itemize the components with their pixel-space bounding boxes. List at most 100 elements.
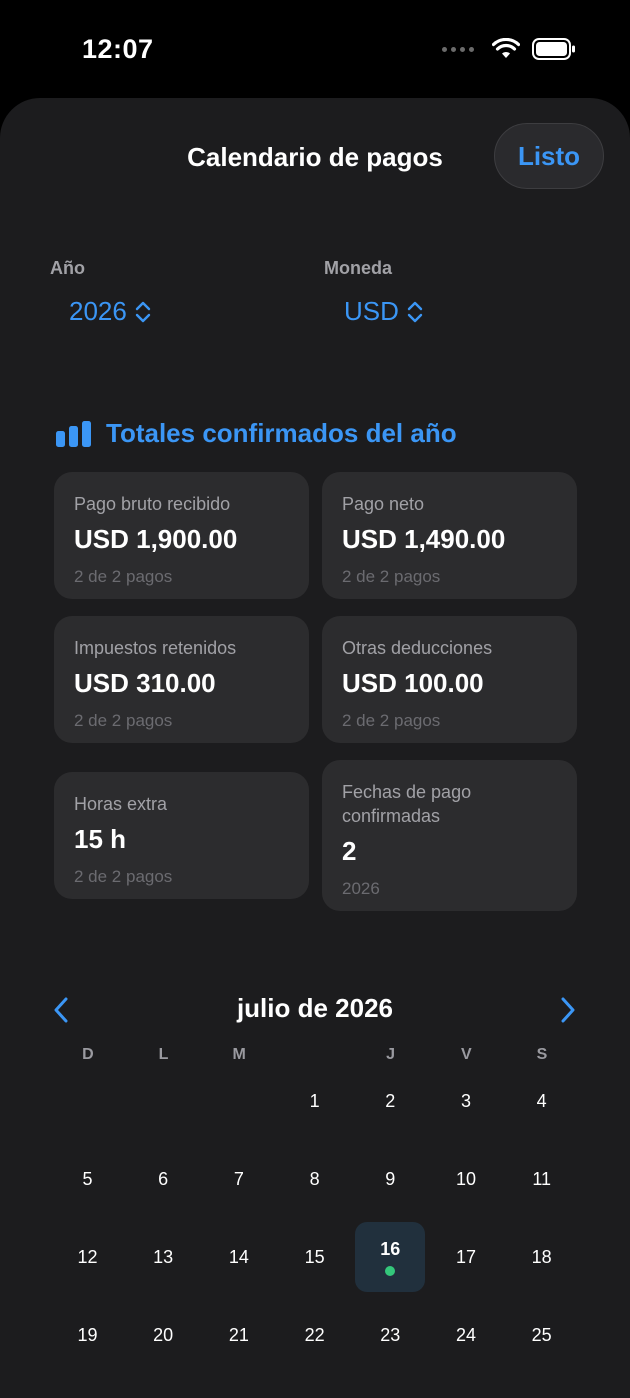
- weekday-label: J: [386, 1046, 396, 1063]
- year-picker[interactable]: 2026: [69, 296, 151, 327]
- calendar-day-number: 10: [455, 1168, 477, 1189]
- card-overtime-hours: Horas extra 15 h 2 de 2 pagos: [54, 772, 309, 899]
- currency-picker[interactable]: USD: [344, 296, 423, 327]
- calendar-day-number: 16: [380, 1238, 401, 1259]
- calendar-day[interactable]: 14: [204, 1222, 274, 1292]
- payment-indicator-dot: [385, 1265, 396, 1276]
- calendar-day-number: 19: [77, 1324, 98, 1345]
- weekday-header-row: D L M J V S: [50, 1046, 580, 1064]
- card-value: USD 310.00: [74, 668, 216, 698]
- weekday-label: [277, 1046, 353, 1064]
- card-label: Pago neto: [342, 494, 425, 514]
- calendar-day[interactable]: 23: [355, 1300, 425, 1370]
- calendar-day-number: 22: [304, 1324, 325, 1345]
- card-subtitle: 2 de 2 pagos: [74, 867, 173, 886]
- card-label: Otras deducciones: [342, 638, 493, 658]
- battery-icon: [532, 38, 575, 60]
- calendar-day[interactable]: 3: [431, 1066, 501, 1136]
- card-subtitle: 2 de 2 pagos: [342, 567, 441, 586]
- calendar-day-number: 24: [455, 1324, 477, 1345]
- year-picker-value: 2026: [69, 296, 127, 326]
- calendar-day[interactable]: 4: [507, 1066, 577, 1136]
- calendar-day[interactable]: 6: [128, 1144, 198, 1214]
- done-button[interactable]: Listo: [494, 123, 604, 189]
- calendar-day[interactable]: 12: [53, 1222, 123, 1292]
- calendar-day[interactable]: 25: [507, 1300, 577, 1370]
- calendar-day-number: 4: [536, 1090, 547, 1111]
- wifi-icon: [492, 38, 520, 58]
- card-subtitle: 2026: [342, 879, 380, 898]
- yearly-totals-title: Totales confirmados del año: [106, 418, 457, 448]
- calendar-day[interactable]: 2: [355, 1066, 425, 1136]
- calendar-day-number: 8: [309, 1168, 320, 1189]
- calendar-day[interactable]: 13: [128, 1222, 198, 1292]
- card-subtitle: 2 de 2 pagos: [74, 711, 173, 730]
- calendar-day[interactable]: 24: [431, 1300, 501, 1370]
- card-confirmed-pay-dates: Fechas de pago confirmadas 2 2026: [322, 760, 577, 911]
- calendar-day[interactable]: 17: [431, 1222, 501, 1292]
- calendar-day-number: 13: [153, 1246, 174, 1267]
- chart-bar-icon: [56, 420, 91, 447]
- calendar-day[interactable]: 18: [507, 1222, 577, 1292]
- calendar-day-number: 23: [380, 1324, 401, 1345]
- card-subtitle: 2 de 2 pagos: [74, 567, 173, 586]
- card-net-pay: Pago neto USD 1,490.00 2 de 2 pagos: [322, 472, 577, 599]
- calendar-day-number: 9: [385, 1168, 396, 1189]
- card-label: Impuestos retenidos: [74, 638, 237, 658]
- calendar-day-number: 6: [158, 1168, 169, 1189]
- calendar-day-number: 14: [228, 1246, 249, 1267]
- calendar-day[interactable]: 7: [204, 1144, 274, 1214]
- status-bar: 12:07: [0, 0, 630, 100]
- calendar-month-title: julio de 2026: [236, 993, 394, 1023]
- calendar-day-number: 5: [82, 1168, 93, 1189]
- calendar-day[interactable]: 15: [280, 1222, 350, 1292]
- card-label: Fechas de pago confirmadas: [342, 782, 472, 826]
- calendar-day[interactable]: 21: [204, 1300, 274, 1370]
- weekday-label: M: [232, 1046, 246, 1063]
- card-label: Horas extra: [74, 794, 168, 814]
- calendar-day[interactable]: 9: [355, 1144, 425, 1214]
- calendar-day[interactable]: 10: [431, 1144, 501, 1214]
- calendar-day-number: 17: [455, 1246, 477, 1267]
- calendar-day[interactable]: 1: [280, 1066, 350, 1136]
- calendar-day[interactable]: 20: [128, 1300, 198, 1370]
- weekday-label: L: [158, 1046, 169, 1063]
- chevron-up-down-icon: [407, 301, 423, 322]
- calendar-day-number: 20: [153, 1324, 174, 1345]
- calendar-day-number: 2: [385, 1090, 396, 1111]
- calendar-day[interactable]: 19: [53, 1300, 123, 1370]
- calendar-day-number: 12: [77, 1246, 98, 1267]
- card-value: USD 100.00: [342, 668, 484, 698]
- currency-picker-value: USD: [344, 296, 399, 326]
- calendar-day-number: 11: [532, 1168, 552, 1189]
- card-subtitle: 2 de 2 pagos: [342, 711, 441, 730]
- payment-calendar-sheet: Calendario de pagos Listo Año 2026 Moned…: [0, 98, 630, 1398]
- calendar-day[interactable]: 5: [53, 1144, 123, 1214]
- next-month-button[interactable]: [557, 996, 579, 1024]
- card-gross-pay: Pago bruto recibido USD 1,900.00 2 de 2 …: [54, 472, 309, 599]
- calendar-day-selected[interactable]: 16: [355, 1222, 426, 1292]
- weekday-label: D: [82, 1046, 94, 1063]
- card-value: 2: [342, 836, 357, 866]
- calendar-day[interactable]: 8: [280, 1144, 350, 1214]
- weekday-label: S: [536, 1046, 548, 1063]
- card-value: 15 h: [74, 824, 127, 854]
- card-label: Pago bruto recibido: [74, 494, 231, 514]
- calendar-day-number: 1: [309, 1090, 320, 1111]
- calendar-day-number: 21: [228, 1324, 249, 1345]
- calendar-day-number: 7: [233, 1168, 244, 1189]
- card-value: USD 1,490.00: [342, 524, 506, 554]
- calendar-day[interactable]: 11: [507, 1144, 577, 1214]
- calendar-day-number: 15: [304, 1246, 325, 1267]
- calendar-day-number: 25: [531, 1324, 552, 1345]
- card-taxes-withheld: Impuestos retenidos USD 310.00 2 de 2 pa…: [54, 616, 309, 743]
- cellular-signal-icon: [442, 46, 474, 52]
- calendar-day-number: 3: [460, 1090, 471, 1111]
- yearly-totals-header: Totales confirmados del año: [56, 418, 457, 449]
- calendar-day[interactable]: 22: [280, 1300, 350, 1370]
- status-time: 12:07: [82, 34, 154, 64]
- weekday-label: V: [460, 1046, 472, 1063]
- card-other-deductions: Otras deducciones USD 100.00 2 de 2 pago…: [322, 616, 577, 743]
- card-value: USD 1,900.00: [74, 524, 238, 554]
- currency-picker-label: Moneda: [324, 258, 393, 278]
